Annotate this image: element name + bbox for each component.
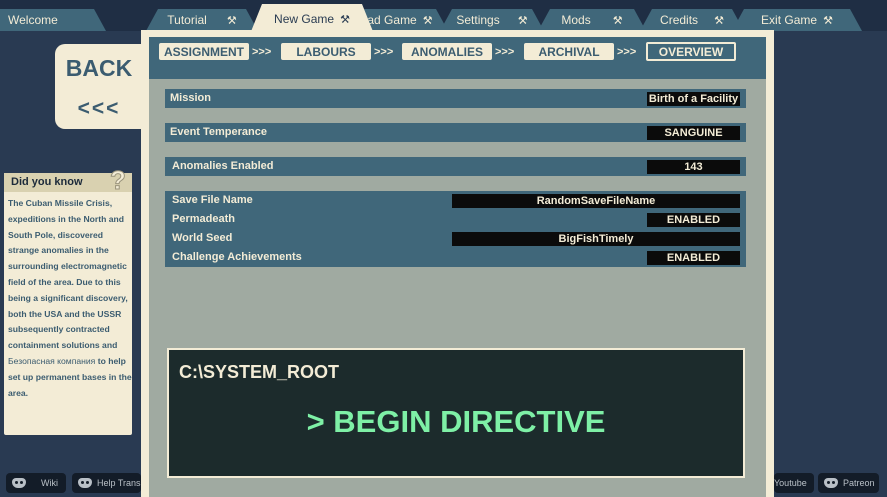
step-labours[interactable]: LABOURS	[281, 43, 371, 60]
step-separator: >>>	[495, 46, 515, 58]
tab-tutorial[interactable]: Tutorial ⚒	[146, 9, 258, 31]
tab-credits-label: Credits	[660, 13, 699, 27]
tab-mods[interactable]: Mods ⚒	[538, 9, 646, 31]
back-arrows-icon: <<<	[77, 97, 121, 120]
save-settings-panel: Save File Name RandomSaveFileName Permad…	[165, 191, 746, 267]
tab-settings[interactable]: Settings ⚒	[440, 9, 544, 31]
step-overview[interactable]: OVERVIEW	[646, 42, 736, 61]
step-overview-label: OVERVIEW	[658, 44, 724, 59]
step-navigation: ASSIGNMENT >>> LABOURS >>> ANOMALIES >>>…	[149, 37, 766, 79]
step-anomalies-label: ANOMALIES	[411, 44, 483, 59]
step-labours-label: LABOURS	[296, 44, 356, 59]
tab-new-game[interactable]: New Game ⚒	[250, 4, 374, 34]
back-button[interactable]: BACK <<<	[55, 44, 143, 129]
temperance-row: Event Temperance SANGUINE	[165, 123, 746, 142]
youtube-button[interactable]: Youtube	[774, 473, 814, 493]
did-you-know-panel: Did you know ? The Cuban Missile Crisis,…	[4, 165, 132, 435]
discord-icon	[824, 478, 838, 488]
tab-welcome[interactable]: Welcome	[0, 9, 106, 31]
tools-icon: ⚒	[714, 14, 724, 27]
tab-exit-game[interactable]: Exit Game ⚒	[732, 9, 862, 31]
discord-icon	[12, 478, 26, 488]
permadeath-label: Permadeath	[172, 213, 235, 225]
youtube-label: Youtube	[774, 478, 807, 488]
tab-credits[interactable]: Credits ⚒	[640, 9, 744, 31]
step-assignment[interactable]: ASSIGNMENT	[159, 43, 249, 60]
step-archival-label: ARCHIVAL	[538, 44, 600, 59]
achievements-label: Challenge Achievements	[172, 251, 302, 263]
back-label: BACK	[65, 55, 133, 81]
fact-text-2: Безопасная компания	[8, 355, 96, 366]
wiki-button[interactable]: Wiki	[6, 473, 66, 493]
discord-icon	[78, 478, 92, 488]
tools-icon: ⚒	[517, 14, 528, 27]
step-separator: >>>	[374, 46, 394, 58]
save-file-value[interactable]: RandomSaveFileName	[452, 194, 740, 208]
step-assignment-label: ASSIGNMENT	[163, 44, 244, 59]
terminal-path: C:\SYSTEM_ROOT	[179, 362, 340, 382]
tab-new-game-label: New Game	[274, 12, 335, 26]
step-anomalies[interactable]: ANOMALIES	[402, 43, 492, 60]
save-file-row: Save File Name RandomSaveFileName	[165, 191, 746, 210]
permadeath-value[interactable]: ENABLED	[647, 213, 740, 227]
tab-welcome-label: Welcome	[8, 13, 58, 27]
fact-text-1: The Cuban Missile Crisis, expeditions in…	[8, 198, 128, 351]
patreon-label: Patreon	[843, 478, 875, 488]
tab-mods-label: Mods	[561, 13, 591, 27]
tools-icon: ⚒	[340, 13, 350, 26]
anomalies-label: Anomalies Enabled	[172, 160, 274, 172]
world-seed-label: World Seed	[172, 232, 233, 244]
anomalies-panel: Anomalies Enabled 143	[165, 157, 746, 176]
tools-icon: ⚒	[612, 14, 623, 27]
save-file-label: Save File Name	[172, 194, 253, 206]
wiki-label: Wiki	[41, 478, 58, 488]
did-you-know-title: Did you know	[11, 176, 83, 188]
anomalies-row: Anomalies Enabled 143	[165, 157, 746, 176]
help-translate-button[interactable]: Help Trans	[72, 473, 141, 493]
temperance-label: Event Temperance	[170, 126, 268, 138]
permadeath-row: Permadeath ENABLED	[165, 210, 746, 229]
step-separator: >>>	[617, 46, 637, 58]
tools-icon: ⚒	[422, 14, 433, 27]
mission-panel: Mission Birth of a Facility	[165, 89, 746, 108]
achievements-value[interactable]: ENABLED	[647, 251, 740, 265]
tab-exit-game-label: Exit Game	[761, 13, 818, 27]
tab-load-game-label: ad Game	[367, 13, 417, 27]
step-separator: >>>	[252, 46, 272, 58]
help-translate-label: Help Trans	[97, 478, 141, 488]
anomalies-value[interactable]: 143	[647, 160, 740, 174]
mission-value[interactable]: Birth of a Facility	[647, 92, 740, 106]
world-seed-row: World Seed BigFishTimely	[165, 229, 746, 248]
patreon-button[interactable]: Patreon	[818, 473, 879, 493]
temperance-panel: Event Temperance SANGUINE	[165, 123, 746, 142]
question-mark-icon: ?	[110, 165, 127, 196]
tab-settings-label: Settings	[456, 13, 500, 27]
begin-directive-terminal[interactable]: C:\SYSTEM_ROOT > BEGIN DIRECTIVE	[167, 348, 745, 478]
tab-tutorial-label: Tutorial	[167, 13, 207, 27]
mission-label: Mission	[170, 92, 211, 104]
tools-icon: ⚒	[823, 14, 833, 27]
world-seed-value[interactable]: BigFishTimely	[452, 232, 740, 246]
mission-row: Mission Birth of a Facility	[165, 89, 746, 108]
did-you-know-text: The Cuban Missile Crisis, expeditions in…	[8, 196, 132, 401]
temperance-value[interactable]: SANGUINE	[647, 126, 740, 140]
begin-directive-button[interactable]: > BEGIN DIRECTIVE	[169, 404, 743, 440]
tools-icon: ⚒	[226, 14, 237, 27]
achievements-row: Challenge Achievements ENABLED	[165, 248, 746, 267]
step-archival[interactable]: ARCHIVAL	[524, 43, 614, 60]
